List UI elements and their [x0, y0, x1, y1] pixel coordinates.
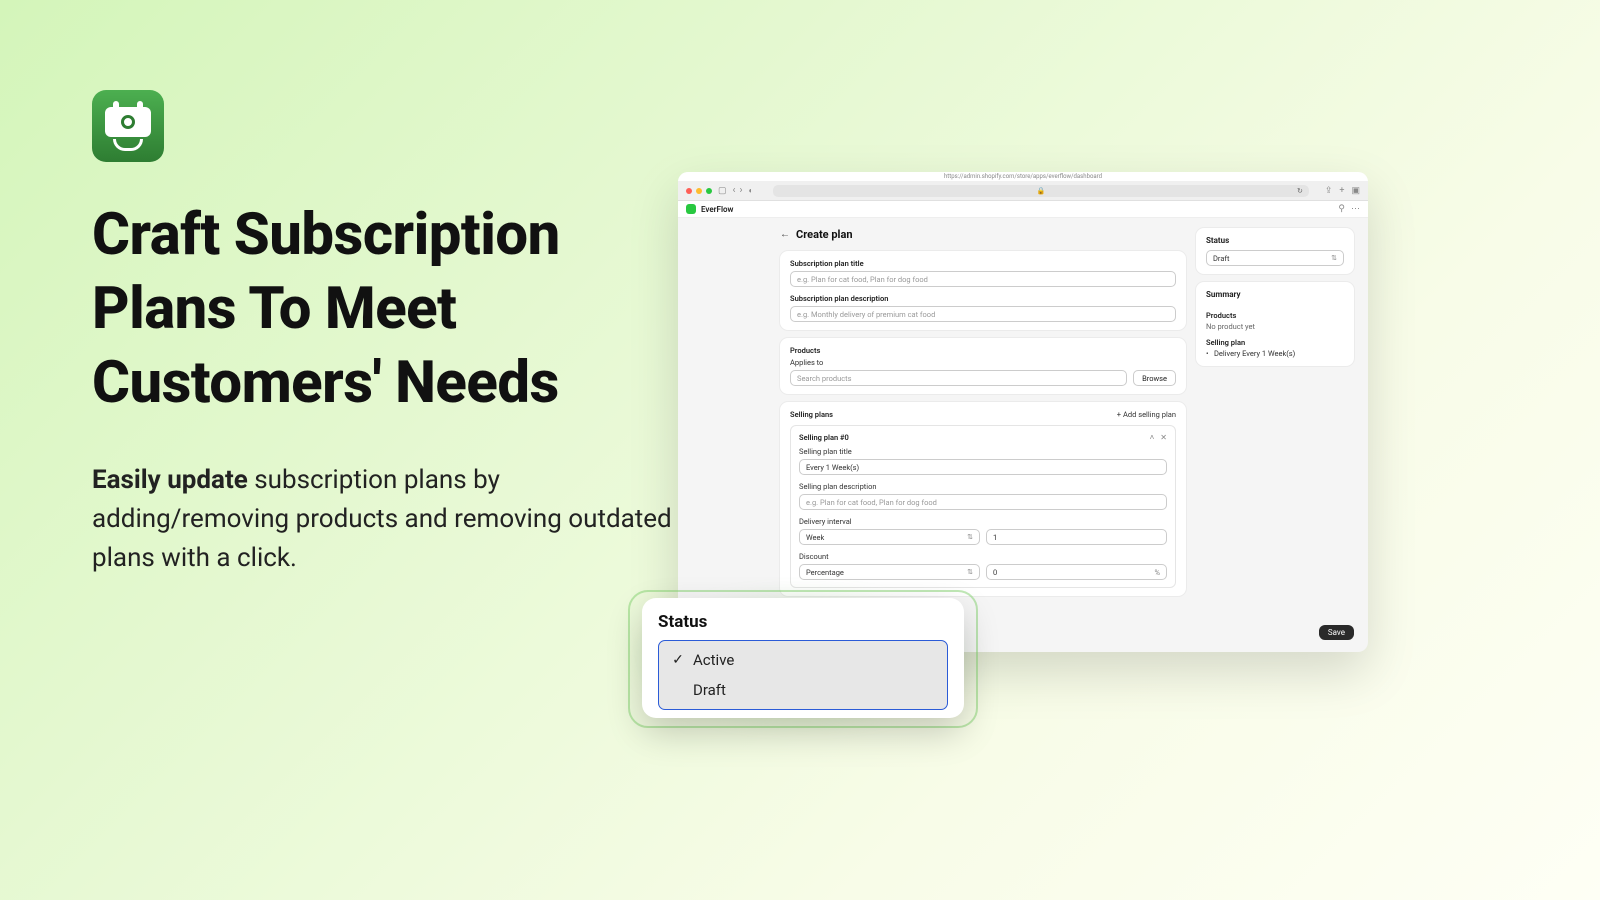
subscription-desc-input[interactable]: e.g. Monthly delivery of premium cat foo…	[790, 306, 1176, 322]
discount-value-input[interactable]: 0%	[986, 564, 1167, 580]
check-icon: ✓	[671, 652, 685, 668]
sidebar-toggle-icon[interactable]: ▢	[718, 186, 727, 196]
everflow-logo-icon	[686, 204, 696, 214]
subscription-title-label: Subscription plan title	[790, 259, 1176, 268]
status-option-label: Active	[693, 651, 734, 669]
subscription-desc-label: Subscription plan description	[790, 294, 1176, 303]
status-option-draft[interactable]: Draft	[659, 675, 947, 705]
selling-plan-title-input[interactable]: Every 1 Week(s)	[799, 459, 1167, 475]
shield-icon[interactable]: ◐	[749, 186, 754, 195]
marketing-headline: Craft Subscription Plans To Meet Custome…	[92, 198, 672, 421]
marketing-subtext: Easily update subscription plans by addi…	[92, 461, 672, 578]
refresh-icon[interactable]: ↻	[1297, 187, 1303, 195]
delete-plan-icon[interactable]: ✕	[1160, 433, 1167, 442]
app-bar: EverFlow ⚲ ⋯	[678, 201, 1368, 218]
selling-plans-heading: Selling plans	[790, 410, 833, 419]
selling-plan-desc-input[interactable]: e.g. Plan for cat food, Plan for dog foo…	[799, 494, 1167, 510]
products-heading: Products	[790, 346, 1176, 355]
chevron-updown-icon: ⇅	[967, 568, 973, 576]
selling-plan-row: Selling plan #0 ˄ ✕ Selling plan title E…	[790, 425, 1176, 588]
plan-details-card: Subscription plan title e.g. Plan for ca…	[780, 251, 1186, 330]
collapse-icon[interactable]: ˄	[1150, 433, 1155, 442]
summary-selling-heading: Selling plan	[1206, 338, 1344, 347]
more-icon[interactable]: ⋯	[1351, 204, 1360, 214]
status-heading: Status	[1206, 236, 1344, 245]
new-tab-icon[interactable]: +	[1339, 186, 1344, 196]
browser-url: https://admin.shopify.com/store/apps/eve…	[678, 172, 1368, 181]
summary-card: Summary Products No product yet Selling …	[1196, 282, 1354, 366]
discount-label: Discount	[799, 552, 1167, 561]
tabs-icon[interactable]: ▣	[1351, 186, 1360, 196]
selling-plans-card: Selling plans +Add selling plan Selling …	[780, 402, 1186, 596]
status-dropdown-list: ✓ Active Draft	[658, 640, 948, 710]
plus-icon: +	[1117, 410, 1121, 419]
summary-selling-item: Delivery Every 1 Week(s)	[1206, 349, 1344, 358]
summary-heading: Summary	[1206, 290, 1344, 299]
nav-back-icon[interactable]: ‹	[733, 185, 736, 196]
share-icon[interactable]: ⇪	[1325, 186, 1333, 196]
chevron-updown-icon: ⇅	[967, 533, 973, 541]
status-popover-title: Status	[658, 612, 948, 632]
browser-window: https://admin.shopify.com/store/apps/eve…	[678, 172, 1368, 652]
product-search-input[interactable]: Search products	[790, 370, 1127, 386]
delivery-unit-select[interactable]: Week⇅	[799, 529, 980, 545]
browser-chrome: ▢ ‹ › ◐ 🔒 ↻ ⇪ + ▣	[678, 181, 1368, 201]
chevron-updown-icon: ⇅	[1331, 254, 1337, 262]
pin-icon[interactable]: ⚲	[1338, 204, 1345, 214]
lock-icon: 🔒	[1037, 187, 1046, 195]
summary-products-empty: No product yet	[1206, 322, 1344, 331]
selling-plan-title-label: Selling plan title	[799, 447, 1167, 456]
status-option-label: Draft	[693, 681, 726, 699]
status-popover-callout: Status ✓ Active Draft	[622, 584, 984, 734]
status-option-active[interactable]: ✓ Active	[659, 645, 947, 675]
app-name: EverFlow	[701, 205, 733, 214]
selling-plan-name: Selling plan #0	[799, 433, 849, 442]
selling-plan-desc-label: Selling plan description	[799, 482, 1167, 491]
app-logo	[92, 90, 164, 162]
applies-to-label: Applies to	[790, 358, 1176, 367]
address-bar[interactable]: 🔒 ↻	[773, 185, 1308, 197]
add-selling-plan-button[interactable]: +Add selling plan	[1117, 410, 1176, 419]
browse-button[interactable]: Browse	[1133, 370, 1176, 386]
back-arrow-icon[interactable]: ←	[780, 229, 790, 240]
delivery-qty-input[interactable]: 1	[986, 529, 1167, 545]
status-card: Status Draft⇅	[1196, 228, 1354, 274]
traffic-lights	[686, 188, 712, 194]
status-select[interactable]: Draft⇅	[1206, 250, 1344, 266]
delivery-interval-label: Delivery interval	[799, 517, 1167, 526]
summary-products-heading: Products	[1206, 311, 1344, 320]
page-title: Create plan	[796, 228, 853, 241]
nav-forward-icon[interactable]: ›	[740, 185, 743, 196]
save-button[interactable]: Save	[1319, 625, 1354, 640]
discount-type-select[interactable]: Percentage⇅	[799, 564, 980, 580]
products-card: Products Applies to Search products Brow…	[780, 338, 1186, 394]
subscription-title-input[interactable]: e.g. Plan for cat food, Plan for dog foo…	[790, 271, 1176, 287]
status-popover: Status ✓ Active Draft	[642, 598, 964, 718]
